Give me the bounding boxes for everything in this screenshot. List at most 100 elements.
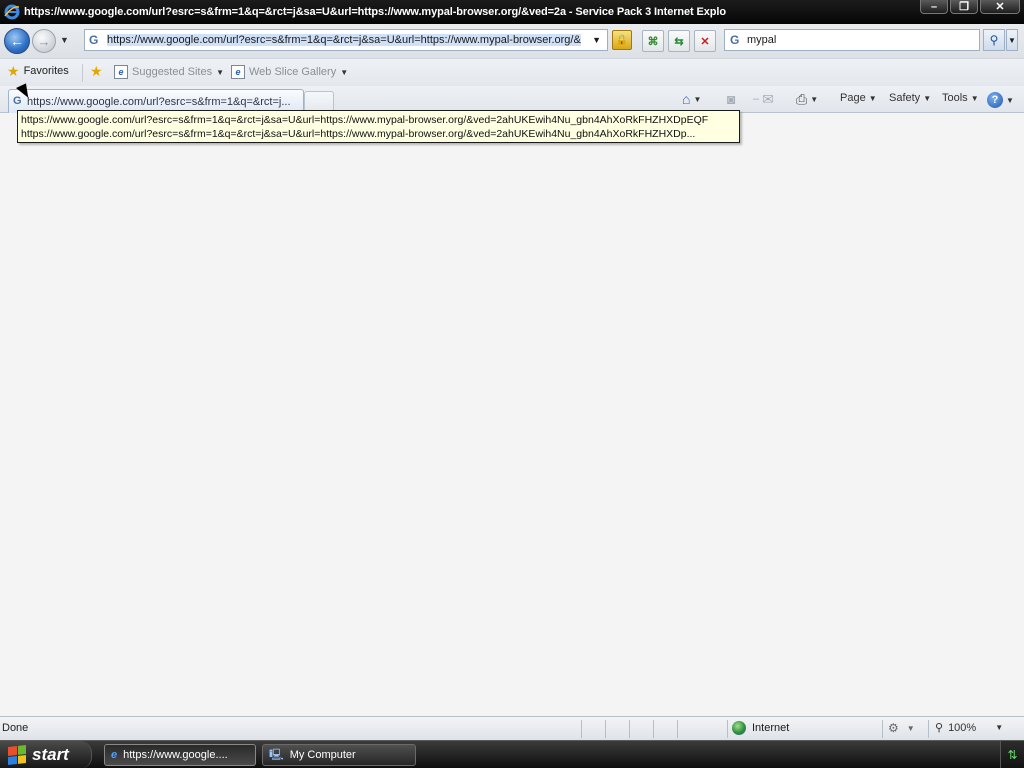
address-value: https://www.google.com/url?esrc=s&frm=1&… [107, 34, 581, 46]
web-slice-gallery-label: Web Slice Gallery [249, 66, 337, 78]
chevron-down-icon: ▼ [693, 94, 702, 104]
windows-flag-icon [8, 745, 26, 765]
navigation-bar: ← → ▼ G https://www.google.com/url?esrc=… [0, 24, 1024, 58]
chevron-down-icon: ▼ [970, 93, 979, 103]
tab-tooltip: https://www.google.com/url?esrc=s&frm=1&… [17, 110, 740, 143]
title-bar: https://www.google.com/url?esrc=s&frm=1&… [0, 0, 1024, 24]
system-tray[interactable]: ⇅ [1000, 741, 1024, 768]
zoom-magnifier-icon: ⚲ [935, 722, 944, 734]
start-button[interactable]: start [0, 741, 92, 768]
protected-mode-button[interactable]: ⚙ ▼ [888, 721, 915, 735]
divider [882, 720, 883, 738]
mail-icon: ✉ [762, 91, 774, 107]
google-search-provider-icon: G [730, 33, 740, 47]
feeds-button[interactable]: ◙ [727, 92, 735, 106]
tools-menu-label: Tools [942, 92, 968, 104]
google-favicon-icon: G [89, 33, 99, 47]
tab-bar: G https://www.google.com/url?esrc=s&frm=… [0, 86, 1024, 113]
internet-globe-icon [732, 721, 746, 735]
address-dropdown-icon[interactable]: ▼ [592, 35, 601, 45]
safety-menu-label: Safety [889, 92, 921, 104]
start-label: start [32, 745, 69, 764]
web-slice-gallery-link[interactable]: e Web Slice Gallery ▼ [231, 65, 348, 79]
divider [605, 720, 606, 738]
window-title: https://www.google.com/url?esrc=s&frm=1&… [24, 6, 727, 18]
page-menu-label: Page [840, 92, 866, 104]
zoom-level-button[interactable]: ⚲ 100% ▼ [935, 721, 1004, 735]
separator-dash: – [753, 93, 760, 105]
recent-pages-dropdown[interactable]: ▼ [60, 35, 69, 45]
taskbar-item-label: My Computer [289, 749, 356, 761]
chevron-down-icon: ▼ [995, 723, 1004, 732]
chevron-down-icon: ▼ [340, 67, 349, 77]
divider [82, 64, 83, 82]
status-bar: Done Internet ⚙ ▼ ⚲ 100% ▼ [0, 716, 1024, 740]
divider [928, 720, 929, 738]
search-button[interactable]: ⚲ [983, 29, 1005, 51]
status-text: Done [2, 722, 29, 734]
divider [629, 720, 630, 738]
favorites-bar: ★ Favorites ★ e Suggested Sites ▼ e Web … [0, 58, 1024, 86]
home-button[interactable]: ⌂ ▼ [682, 92, 701, 106]
taskbar-item-internet-explorer[interactable]: e https://www.google.... [104, 744, 256, 766]
divider [581, 720, 582, 738]
tab-title: https://www.google.com/url?esrc=s&frm=1&… [27, 96, 291, 108]
favorites-button[interactable]: ★ Favorites [7, 63, 69, 79]
add-favorite-star-icon: ★ [90, 63, 103, 79]
star-icon: ★ [7, 63, 20, 79]
print-button[interactable]: ⎙ ▼ [796, 92, 818, 106]
refresh-button[interactable]: ⇆ [668, 30, 690, 52]
chevron-down-icon: ▼ [1006, 95, 1014, 105]
chevron-down-icon: ▼ [868, 93, 877, 103]
chevron-down-icon: ▼ [906, 723, 915, 733]
compatibility-view-button[interactable]: ⌘ [642, 30, 664, 52]
forward-button[interactable]: → [32, 29, 56, 53]
safety-menu[interactable]: Safety ▼ [889, 92, 931, 104]
search-options-dropdown[interactable]: ▼ [1006, 29, 1018, 51]
divider [677, 720, 678, 738]
network-icon: ⇅ [1007, 748, 1018, 762]
taskbar: start e https://www.google.... 🖳 My Comp… [0, 740, 1024, 768]
read-mail-button[interactable]: – ✉ [753, 92, 774, 106]
page-content [0, 113, 1024, 716]
address-bar[interactable]: G https://www.google.com/url?esrc=s&frm=… [84, 29, 608, 51]
divider [653, 720, 654, 738]
security-lock-icon[interactable]: 🔒 [612, 30, 632, 50]
taskbar-item-my-computer[interactable]: 🖳 My Computer [262, 744, 416, 766]
favorites-label: Favorites [23, 65, 69, 77]
page-menu[interactable]: Page ▼ [840, 92, 877, 104]
ie-page-icon: e [231, 65, 245, 79]
add-to-favorites-bar-button[interactable]: ★ [90, 63, 103, 79]
minimize-button[interactable]: – [920, 0, 948, 14]
magnifier-icon: ⚲ [989, 33, 999, 47]
home-icon: ⌂ [682, 91, 691, 107]
ie-page-icon: e [114, 65, 128, 79]
suggested-sites-link[interactable]: e Suggested Sites ▼ [114, 65, 224, 79]
my-computer-icon: 🖳 [269, 748, 284, 761]
close-window-button[interactable]: ✕ [980, 0, 1020, 14]
tools-menu[interactable]: Tools ▼ [942, 92, 979, 104]
internet-explorer-icon [4, 4, 20, 20]
address-input[interactable]: https://www.google.com/url?esrc=s&frm=1&… [107, 34, 587, 46]
help-icon: ? [987, 92, 1003, 108]
tooltip-line-1: https://www.google.com/url?esrc=s&frm=1&… [21, 114, 709, 126]
help-menu[interactable]: ? ▼ [987, 92, 1014, 108]
stop-button[interactable]: ✕ [694, 30, 716, 52]
divider [727, 720, 728, 738]
tooltip-line-2: https://www.google.com/url?esrc=s&frm=1&… [21, 128, 696, 140]
search-box[interactable]: G mypal [724, 29, 980, 51]
back-arrow-icon: ← [10, 33, 24, 49]
security-zone[interactable]: Internet [732, 721, 789, 735]
taskbar-item-label: https://www.google.... [123, 749, 228, 761]
chevron-down-icon: ▼ [810, 94, 819, 104]
search-input[interactable]: mypal [747, 34, 776, 46]
maximize-button[interactable]: ❐ [950, 0, 978, 14]
back-button[interactable]: ← [4, 28, 30, 54]
zoom-label: 100% [948, 721, 977, 734]
printer-icon: ⎙ [796, 91, 808, 107]
protected-mode-icon: ⚙ [888, 721, 899, 735]
rss-feed-icon: ◙ [727, 91, 736, 107]
chevron-down-icon: ▼ [216, 67, 225, 77]
internet-explorer-icon: e [111, 749, 118, 761]
zone-label: Internet [752, 722, 790, 734]
